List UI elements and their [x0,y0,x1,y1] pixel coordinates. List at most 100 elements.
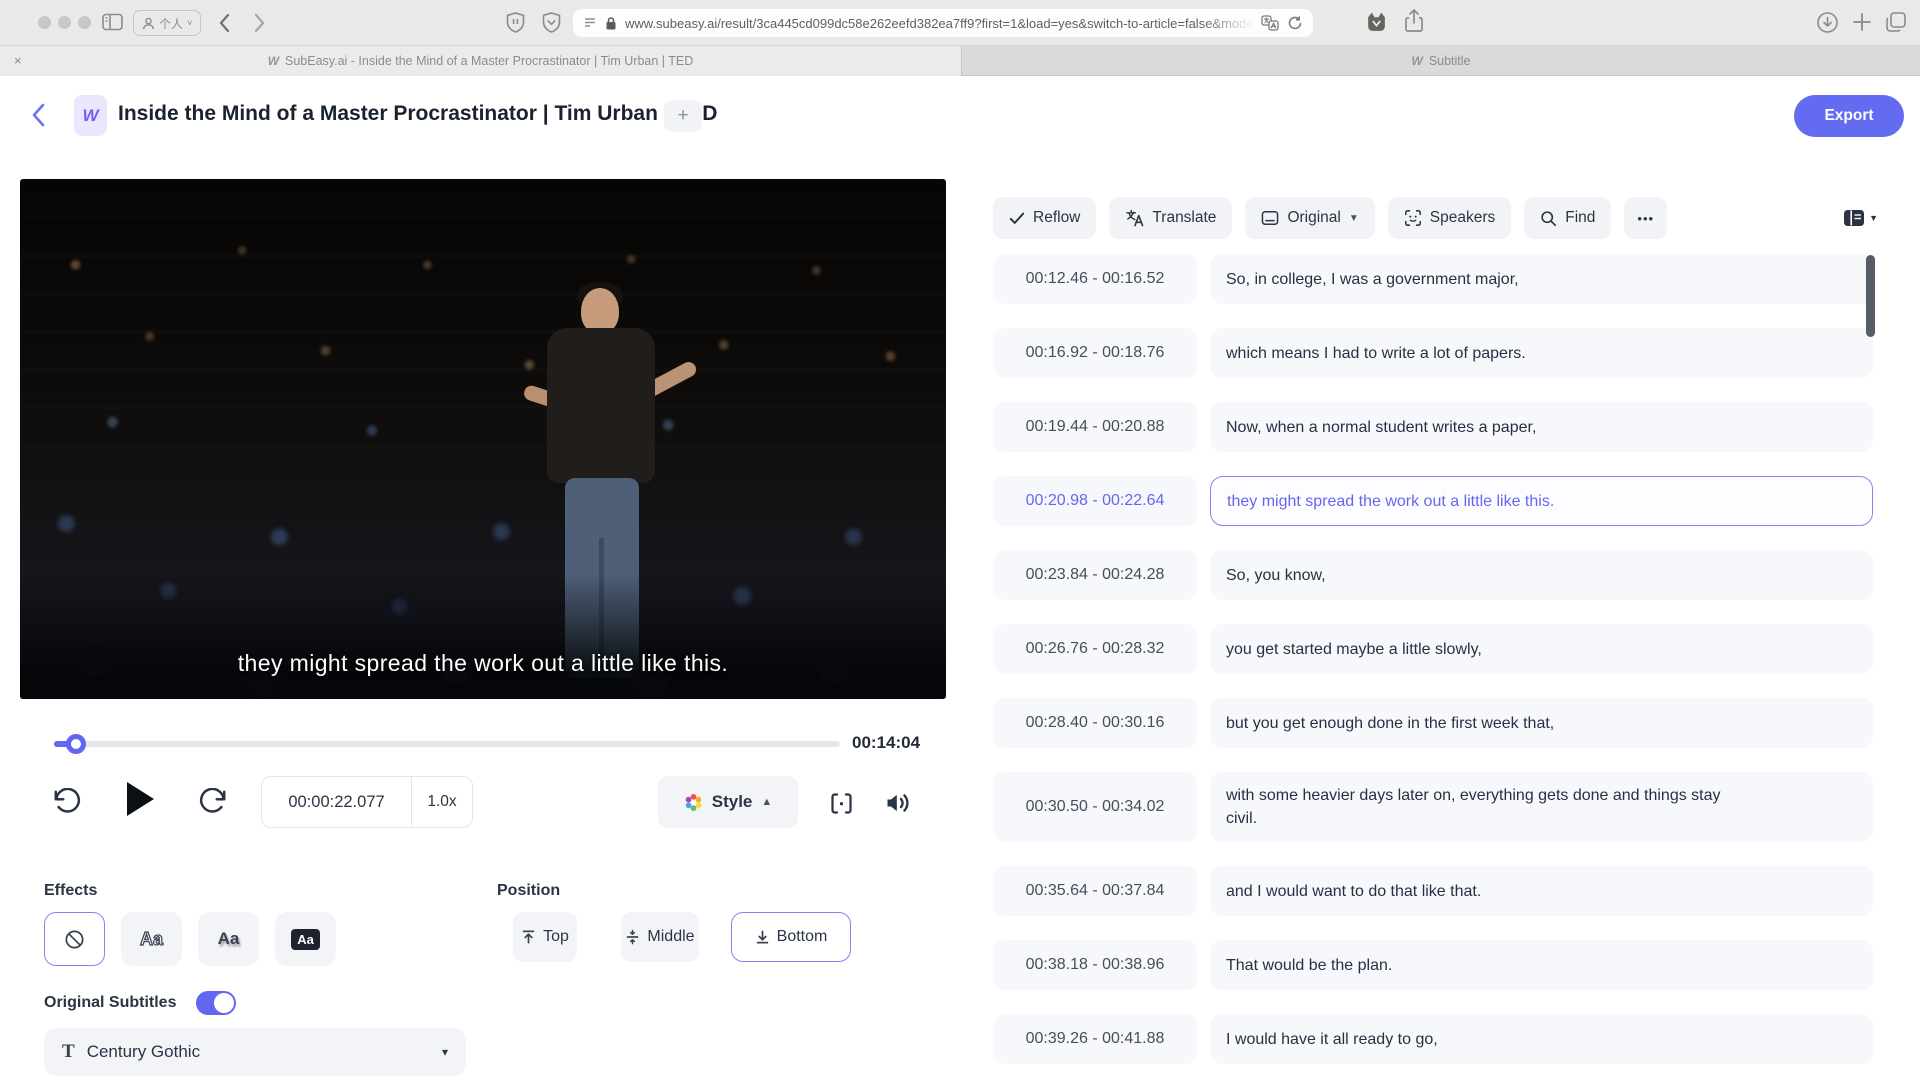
video-subtitle-overlay: they might spread the work out a little … [20,650,946,677]
tab-title: Subtitle [1429,54,1471,68]
subtitle-text[interactable]: you get started maybe a little slowly, [1210,624,1873,674]
seek-bar[interactable] [54,741,840,747]
find-button[interactable]: Find [1524,197,1611,239]
tab-subeasy[interactable]: × W SubEasy.ai - Inside the Mind of a Ma… [0,46,962,76]
effects-label: Effects [44,882,97,900]
profile-button[interactable]: 个人 ˅ [133,10,201,36]
logo-glyph: W [82,106,98,126]
chevron-down-icon: ▼ [1349,213,1359,224]
position-top-button[interactable]: Top [513,912,577,962]
play-button[interactable] [127,782,154,816]
position-label: Position [497,882,560,900]
font-name: Century Gothic [87,1042,430,1062]
subtitle-timestamp[interactable]: 00:26.76 - 00:28.32 [993,624,1197,674]
subtitle-timestamp[interactable]: 00:16.92 - 00:18.76 [993,328,1197,378]
volume-button[interactable] [884,789,912,822]
forward-button[interactable] [198,788,228,823]
subtitle-text[interactable]: That would be the plan. [1210,940,1873,990]
effect-box-button[interactable]: Aa [275,912,336,966]
translate-button[interactable]: Translate [1109,197,1232,239]
playback-speed[interactable]: 1.0x [412,793,472,811]
original-subtitles-label: Original Subtitles [44,994,176,1012]
subtitle-text[interactable]: Now, when a normal student writes a pape… [1210,402,1873,452]
align-top-icon [521,929,536,945]
browser-forward-button[interactable] [254,13,266,33]
lock-icon [605,16,617,31]
more-button[interactable]: ••• [1624,197,1667,239]
subtitle-timestamp[interactable]: 00:12.46 - 00:16.52 [993,254,1197,304]
person-icon [142,17,155,30]
position-bottom-button[interactable]: Bottom [731,912,851,962]
font-select[interactable]: T Century Gothic ▾ [44,1028,466,1076]
chevron-down-icon: ˅ [187,18,192,28]
subtitle-timestamp[interactable]: 00:23.84 - 00:24.28 [993,550,1197,600]
video-player[interactable]: they might spread the work out a little … [20,179,946,699]
effect-outline-button[interactable]: Aa [121,912,182,966]
face-scan-icon [1404,209,1422,227]
add-project-tab-button[interactable]: + [664,100,702,132]
subtitle-text[interactable]: they might spread the work out a little … [1210,476,1873,526]
effect-none-button[interactable] [44,912,105,966]
reader-view-icon[interactable] [583,16,597,30]
new-tab-icon[interactable] [1852,12,1872,32]
subtitle-timestamp[interactable]: 00:28.40 - 00:30.16 [993,698,1197,748]
translate-icon[interactable] [1261,15,1279,31]
scrollbar-thumb[interactable] [1866,255,1875,337]
subtitle-timestamp[interactable]: 00:20.98 - 00:22.64 [993,476,1197,526]
subtitle-text[interactable]: with some heavier days later on, everyth… [1210,772,1873,842]
subtitle-text[interactable]: and I would want to do that like that. [1210,866,1873,916]
subtitle-row: 00:23.84 - 00:24.28 So, you know, [993,550,1873,600]
tab-close-icon[interactable]: × [14,54,22,67]
rewind-button[interactable] [52,788,82,823]
view-layout-button[interactable]: ▼ [1843,209,1878,227]
foreground-silhouettes [20,574,946,699]
browser-back-button[interactable] [218,13,230,33]
subtitle-timestamp[interactable]: 00:19.44 - 00:20.88 [993,402,1197,452]
tab-overview-icon[interactable] [1884,10,1908,34]
privacy-shield-icon[interactable] [505,11,526,35]
original-dropdown[interactable]: Original ▼ [1245,197,1374,239]
no-effect-icon [63,928,86,951]
reflow-button[interactable]: Reflow [993,197,1096,239]
subtitle-row: 00:35.64 - 00:37.84 and I would want to d… [993,866,1873,916]
subtitle-text[interactable]: but you get enough done in the first wee… [1210,698,1873,748]
subtitle-text[interactable]: So, you know, [1210,550,1873,600]
window-zoom-button[interactable] [78,16,91,29]
subtitle-row: 00:28.40 - 00:30.16 but you get enough do… [993,698,1873,748]
tab-subtitle[interactable]: W Subtitle [962,46,1920,76]
speakers-button[interactable]: Speakers [1388,197,1511,239]
subtitle-row: 00:20.98 - 00:22.64 they might spread the… [993,476,1873,526]
downloads-icon[interactable] [1816,11,1839,34]
extension-shield-icon[interactable] [541,11,562,35]
seek-thumb[interactable] [66,734,86,754]
back-button[interactable] [30,102,46,133]
export-button[interactable]: Export [1794,95,1904,137]
subtitle-timestamp[interactable]: 00:38.18 - 00:38.96 [993,940,1197,990]
cat-catch-extension-icon[interactable] [1364,10,1389,35]
subtitle-timestamp[interactable]: 00:39.26 - 00:41.88 [993,1014,1197,1064]
share-icon[interactable] [1404,8,1424,34]
subtitle-toolbar: Reflow Translate Original ▼ Speakers Fin… [993,197,1878,239]
subtitle-text[interactable]: So, in college, I was a government major… [1210,254,1873,304]
original-subtitles-toggle[interactable] [196,991,236,1015]
align-bottom-icon [755,929,770,945]
subtitle-list: 00:12.46 - 00:16.52 So, in college, I was… [993,254,1873,1064]
sidebar-toggle-icon[interactable] [102,13,123,31]
address-bar[interactable]: www.subeasy.ai/result/3ca445cd099dc58e26… [573,9,1313,37]
style-button[interactable]: Style ▲ [658,776,798,828]
position-middle-button[interactable]: Middle [621,912,699,962]
subtitle-text[interactable]: I would have it all ready to go, [1210,1014,1873,1064]
subtitle-text[interactable]: which means I had to write a lot of pape… [1210,328,1873,378]
url-text: www.subeasy.ai/result/3ca445cd099dc58e26… [625,16,1253,31]
project-file-icon: W [74,95,107,136]
current-time[interactable]: 00:00:22.077 [262,777,412,827]
subeasy-favicon: W [268,54,279,68]
window-minimize-button[interactable] [58,16,71,29]
window-close-button[interactable] [38,16,51,29]
subtitle-frame-button[interactable] [828,790,855,822]
subtitle-timestamp[interactable]: 00:35.64 - 00:37.84 [993,866,1197,916]
effect-shadow-button[interactable]: Aa [198,912,259,966]
reload-icon[interactable] [1287,15,1303,31]
subtitle-timestamp[interactable]: 00:30.50 - 00:34.02 [993,772,1197,842]
layout-icon [1843,209,1865,227]
